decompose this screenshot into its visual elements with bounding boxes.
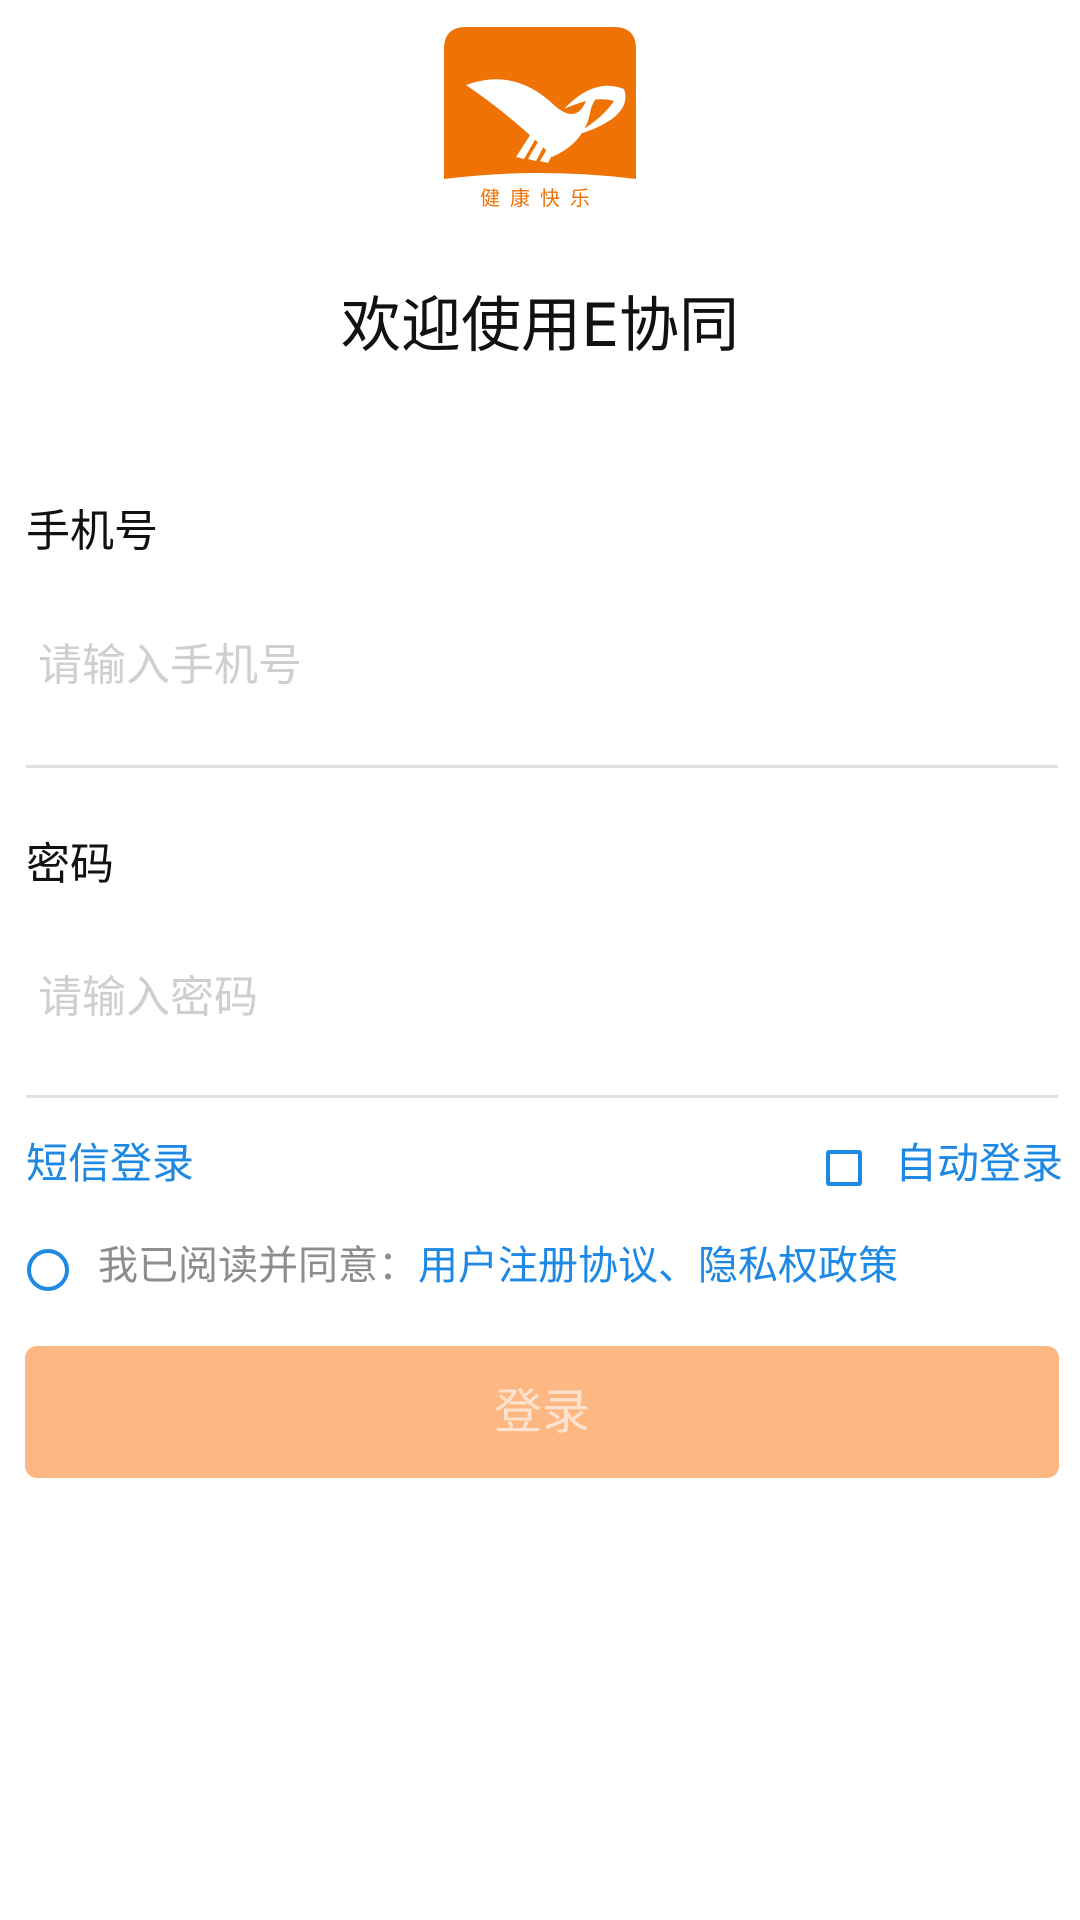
login-button[interactable]: 登录 [25,1346,1059,1478]
privacy-link[interactable]: 隐私权政策 [698,1243,898,1289]
agreement-row: 我已阅读并同意：用户注册协议、隐私权政策 [98,1236,898,1296]
auto-login-label[interactable]: 自动登录 [895,1134,1063,1194]
auto-login-checkbox[interactable] [826,1150,862,1186]
page-title: 欢迎使用E协同 [341,291,739,361]
agreement-radio[interactable] [27,1249,69,1291]
logo-caption: 健康快乐 [480,186,600,210]
password-divider [26,1095,1058,1098]
phone-label: 手机号 [26,506,158,557]
bird-wing-logo-icon: 健康快乐 [444,27,636,210]
agreement-separator: 、 [658,1243,698,1289]
password-label: 密码 [26,839,114,890]
phone-divider [26,765,1058,768]
agreement-prefix: 我已阅读并同意： [98,1243,418,1289]
phone-input[interactable] [26,610,1058,720]
terms-link[interactable]: 用户注册协议 [418,1243,658,1289]
app-logo: 健康快乐 [444,27,636,211]
password-input[interactable] [26,942,1058,1052]
sms-login-link[interactable]: 短信登录 [26,1134,194,1194]
